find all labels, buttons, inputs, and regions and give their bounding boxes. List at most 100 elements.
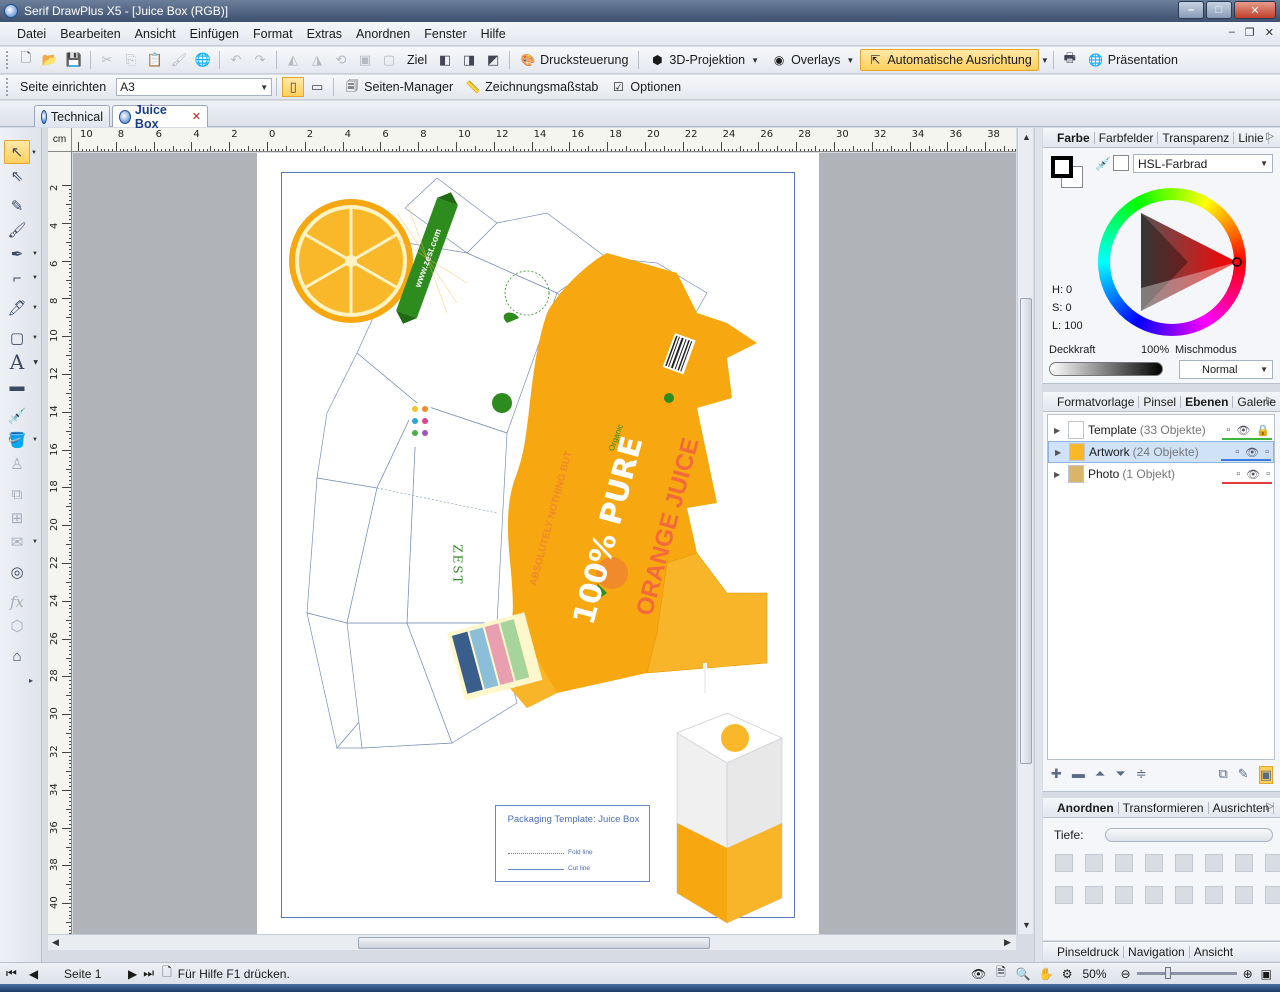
- horizontal-ruler[interactable]: 10 8 6 4 2 0 2 4 6 8 10 12 14 16 18 20 22 24 26 28 30 32 34 36 3…: [48, 128, 1016, 152]
- send-to-back-icon[interactable]: [1085, 854, 1103, 872]
- tab-anordnen[interactable]: Anordnen: [1053, 801, 1119, 814]
- rectangle-tool-icon[interactable]: ▢ ▼: [4, 326, 38, 350]
- toolbar-grip[interactable]: [6, 51, 10, 69]
- page[interactable]: www.zest.com ABSOLUTELY NOTHING BUT 100%…: [257, 153, 819, 934]
- close-window-button[interactable]: ✕: [1234, 1, 1276, 19]
- layer-row-template[interactable]: ▶ Template (33 Objekte) ▫ 👁 🔒: [1048, 419, 1274, 441]
- group-icon[interactable]: ▣: [354, 50, 376, 70]
- depth-slider[interactable]: [1105, 828, 1273, 842]
- paint-tool-icon[interactable]: 🖊 ▼: [4, 296, 38, 320]
- menu-datei[interactable]: Datei: [10, 27, 53, 41]
- mdi-minimize-button[interactable]: –: [1229, 26, 1235, 39]
- mdi-close-button[interactable]: ✕: [1265, 26, 1274, 39]
- print-toggle-icon[interactable]: ▫: [1236, 468, 1240, 481]
- first-page-icon[interactable]: ⏮: [6, 966, 17, 981]
- view-mode-icon[interactable]: 👁: [971, 967, 986, 981]
- portrait-icon[interactable]: ▯: [282, 77, 305, 97]
- chevron-down-icon[interactable]: ▼: [1041, 56, 1049, 65]
- undo-icon[interactable]: ↶: [225, 50, 247, 70]
- eyedropper-tool-icon[interactable]: 💉: [4, 404, 30, 428]
- node-tool-icon[interactable]: ⇖: [4, 164, 30, 188]
- paste-icon[interactable]: 📋: [144, 50, 166, 70]
- overlays-button[interactable]: ◉ Overlays ▼: [765, 49, 860, 71]
- minimize-button[interactable]: –: [1178, 1, 1204, 19]
- 3d-tool-icon[interactable]: ⬡: [4, 614, 30, 638]
- panel-more-icon[interactable]: ▷: [1266, 395, 1274, 406]
- tab-formatvorlage[interactable]: Formatvorlage: [1053, 395, 1140, 408]
- layer-copy-icon[interactable]: ⧉: [1219, 766, 1228, 784]
- back-one-icon[interactable]: [1145, 854, 1163, 872]
- expand-icon[interactable]: ▶: [1055, 448, 1067, 457]
- vertical-scrollbar[interactable]: ▲ ▼: [1017, 128, 1033, 934]
- bring-to-front-icon[interactable]: [1055, 854, 1073, 872]
- line-swatch[interactable]: [1051, 156, 1073, 178]
- subtract-icon[interactable]: [1205, 886, 1223, 904]
- page-size-select[interactable]: A3 ▼: [116, 78, 273, 96]
- pointer-tool-icon[interactable]: ↖ ▼: [4, 140, 37, 164]
- rotate-left-icon[interactable]: [1235, 854, 1253, 872]
- flip-h-icon[interactable]: [1175, 854, 1193, 872]
- combine-icon[interactable]: [1115, 886, 1133, 904]
- tab-navigation[interactable]: Navigation: [1124, 945, 1190, 958]
- join-icon[interactable]: [1265, 886, 1280, 904]
- panel-splitter[interactable]: [1034, 128, 1042, 962]
- vertical-ruler[interactable]: 2 4 6 8 10 12 14 16 18 20 22 24 26 28 30 32 34 36 38 40: [48, 152, 72, 934]
- tab-ausrichten[interactable]: Ausrichten: [1209, 801, 1275, 814]
- layer-highlight-icon[interactable]: ▣: [1258, 766, 1273, 784]
- brush-tool-icon[interactable]: 🖌: [4, 218, 30, 242]
- print-control-button[interactable]: 🎨 Drucksteuerung: [514, 49, 634, 71]
- menu-hilfe[interactable]: Hilfe: [474, 27, 513, 41]
- mdi-restore-button[interactable]: ❐: [1245, 26, 1255, 39]
- group-objects-icon[interactable]: [1055, 886, 1073, 904]
- layer-properties-icon[interactable]: ✎: [1238, 766, 1249, 784]
- dimension-tool-icon[interactable]: ⌂: [4, 644, 30, 668]
- add-icon[interactable]: [1175, 886, 1193, 904]
- format-painter-icon[interactable]: 🖌: [168, 50, 190, 70]
- page-manager-button[interactable]: 🗐 Seiten-Manager: [338, 76, 459, 98]
- blend-mode-select[interactable]: Normal ▼: [1179, 360, 1273, 379]
- flip-horizontal-icon[interactable]: ◭: [282, 50, 304, 70]
- picture-tool-icon[interactable]: ▬: [4, 374, 30, 398]
- cut-icon[interactable]: ✂: [96, 50, 118, 70]
- menu-extras[interactable]: Extras: [300, 27, 349, 41]
- last-page-icon[interactable]: ⏭: [143, 966, 154, 981]
- tab-pinseldruck[interactable]: Pinseldruck: [1053, 945, 1125, 958]
- horizontal-scrollbar[interactable]: ◀ ▶: [48, 934, 1016, 950]
- zoom-tool-icon[interactable]: 🔍: [1016, 967, 1031, 981]
- new-document-icon[interactable]: 🗋: [15, 50, 37, 70]
- page-setup-label[interactable]: Seite einrichten: [14, 76, 112, 98]
- menu-fenster[interactable]: Fenster: [417, 27, 473, 41]
- drawing-canvas[interactable]: www.zest.com ABSOLUTELY NOTHING BUT 100%…: [73, 153, 1016, 934]
- presentation-button[interactable]: 🌐 Präsentation: [1082, 49, 1184, 71]
- color-wheel[interactable]: [1098, 188, 1246, 336]
- tab-farbe[interactable]: Farbe: [1053, 131, 1095, 144]
- transparency-tool-icon[interactable]: ♙: [4, 452, 30, 476]
- panel-more-icon[interactable]: ▷: [1266, 131, 1274, 142]
- lock-icon[interactable]: ▫: [1266, 468, 1270, 481]
- close-tab-icon[interactable]: ✕: [192, 110, 201, 123]
- intersect-shape-icon[interactable]: ◩: [482, 50, 504, 70]
- ungroup-objects-icon[interactable]: [1085, 886, 1103, 904]
- flip-vertical-icon[interactable]: ◮: [306, 50, 328, 70]
- prev-page-icon[interactable]: ◀: [29, 967, 38, 981]
- text-tool-icon[interactable]: A ▼: [4, 350, 38, 374]
- visibility-eye-icon[interactable]: 👁: [1246, 468, 1260, 481]
- tab-farbfelder[interactable]: Farbfelder: [1095, 131, 1159, 144]
- tab-transparenz[interactable]: Transparenz: [1158, 131, 1235, 144]
- maximize-button[interactable]: □: [1206, 1, 1232, 19]
- zoom-in-icon[interactable]: ⊕: [1243, 967, 1253, 981]
- tab-linie[interactable]: Linie: [1234, 131, 1269, 144]
- 3d-projection-button[interactable]: ⬢ 3D-Projektion ▼: [643, 49, 765, 71]
- redo-icon[interactable]: ↷: [249, 50, 271, 70]
- toolbar-grip[interactable]: [6, 78, 10, 96]
- tab-ansicht[interactable]: Ansicht: [1190, 946, 1237, 958]
- lock-icon[interactable]: 🔒: [1256, 424, 1270, 437]
- intersect-icon[interactable]: [1235, 886, 1253, 904]
- mail-tool-icon[interactable]: ✉ ▼: [4, 530, 38, 554]
- rotate-right-icon[interactable]: [1265, 854, 1280, 872]
- vertical-scroll-thumb[interactable]: [1020, 298, 1032, 764]
- flip-v-icon[interactable]: [1205, 854, 1223, 872]
- pen-tool-icon[interactable]: ✒ ▼: [4, 242, 38, 266]
- menu-anordnen[interactable]: Anordnen: [349, 27, 417, 41]
- merge-layers-icon[interactable]: ≑: [1136, 766, 1147, 784]
